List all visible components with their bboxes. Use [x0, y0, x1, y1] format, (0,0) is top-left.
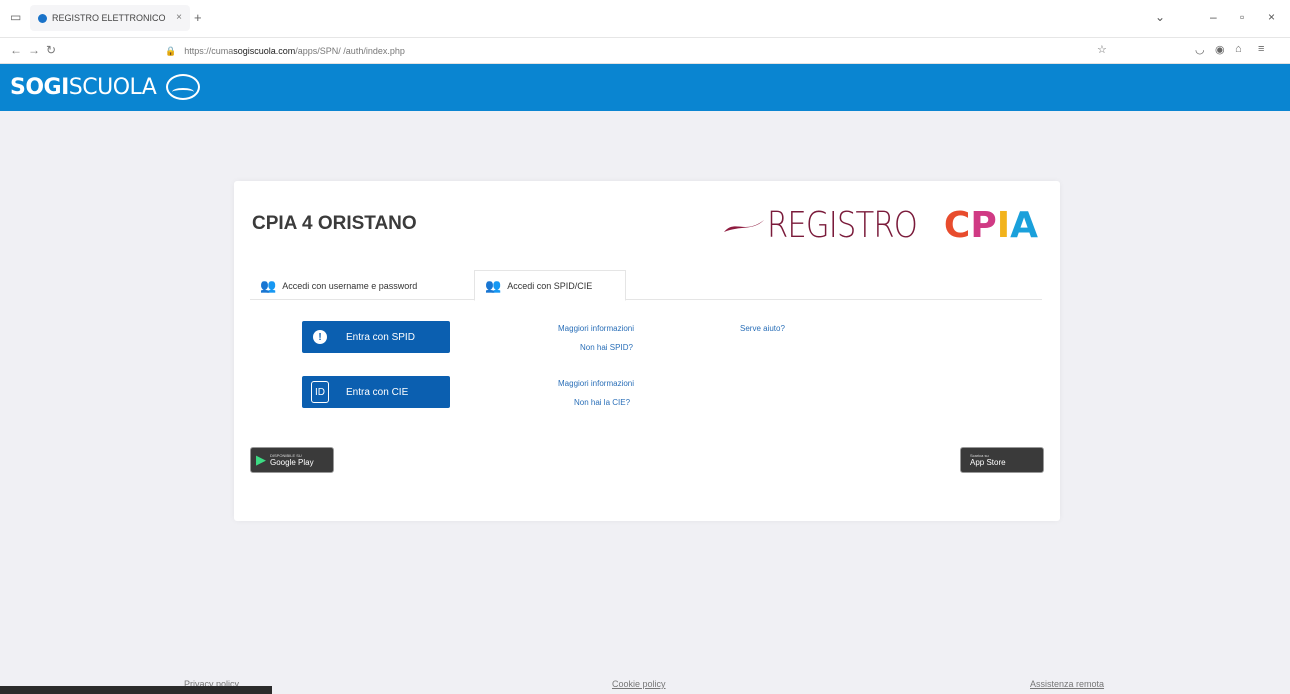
back-icon[interactable]: ← — [10, 43, 22, 57]
favicon-icon — [38, 13, 47, 23]
help-link[interactable]: Serve aiuto? — [740, 324, 785, 333]
tab-list-icon[interactable]: ▭ — [10, 10, 21, 24]
app-store-badge[interactable]: Scarica su App Store — [960, 447, 1044, 473]
bookmark-star-icon[interactable]: ☆ — [1097, 43, 1107, 56]
minimize-icon[interactable]: – — [1210, 10, 1217, 24]
new-tab-icon[interactable]: + — [194, 10, 202, 25]
logo-letter-a: A — [1010, 205, 1038, 246]
tab-username-password-label: Accedi con username e password — [282, 280, 418, 291]
users-lock-icon: 👥 — [260, 277, 277, 293]
users-id-icon: 👥 — [485, 277, 502, 293]
reload-icon[interactable]: ↻ — [46, 43, 56, 57]
browser-tab-title: REGISTRO ELETTRONICO — [52, 13, 166, 23]
logo-letter-i: I — [996, 205, 1011, 246]
no-spid-link[interactable]: Non hai SPID? — [580, 343, 633, 352]
cie-login-button[interactable]: ID Entra con CIE — [302, 376, 450, 408]
google-play-icon: ▶ — [256, 452, 266, 467]
lock-icon: 🔒 — [165, 45, 177, 56]
menu-icon[interactable]: ≡ — [1258, 43, 1264, 55]
close-tab-icon[interactable]: × — [176, 12, 182, 23]
close-window-icon[interactable]: × — [1268, 10, 1275, 24]
logo-letter-c: C — [943, 205, 971, 246]
url-path: /apps/SPN/ /auth/index.php — [295, 46, 405, 56]
forward-icon[interactable]: → — [28, 43, 40, 57]
pocket-icon[interactable]: ◡ — [1195, 43, 1205, 56]
cie-more-info-link[interactable]: Maggiori informazioni — [558, 379, 634, 388]
cie-card-icon: ID — [308, 380, 332, 404]
tab-spid-cie-label: Accedi con SPID/CIE — [507, 280, 593, 291]
brand-bold: SOGI — [10, 74, 69, 100]
login-tabs: 👥 Accedi con username e password 👥 Acced… — [250, 270, 1042, 301]
app-store-text: App Store — [970, 458, 1006, 467]
sogiscuola-logo[interactable]: SOGI SCUOLA — [10, 74, 201, 100]
spid-button-label: Entra con SPID — [346, 331, 415, 343]
spid-more-info-link[interactable]: Maggiori informazioni — [558, 324, 634, 333]
browser-tab-bar: ▭ REGISTRO ELETTRONICO × + ⌄ – ▫ × — [0, 0, 1290, 38]
site-header: SOGI SCUOLA — [0, 64, 1290, 111]
spid-login-button[interactable]: ! Entra con SPID — [302, 321, 450, 353]
google-play-badge[interactable]: ▶ DISPONIBILE SU Google Play — [250, 447, 334, 473]
google-play-text: Google Play — [270, 458, 314, 467]
maximize-icon[interactable]: ▫ — [1240, 10, 1244, 24]
spid-icon: ! — [308, 325, 332, 349]
browser-tab[interactable]: REGISTRO ELETTRONICO × — [30, 5, 190, 31]
logo-letter-p: P — [970, 205, 997, 246]
browser-toolbar: ← → ↻ 🔒 https://cuma sogiscuola.com /app… — [0, 38, 1290, 64]
address-bar[interactable]: 🔒 https://cuma sogiscuola.com /apps/SPN/… — [165, 43, 1085, 59]
logo-registro-text: REGISTRO — [767, 205, 918, 246]
cie-button-label: Entra con CIE — [346, 386, 409, 398]
login-card: CPIA 4 ORISTANO REGISTRO C P I A 👥 Accedi co… — [234, 181, 1060, 521]
remote-assistance-link[interactable]: Assistenza remota — [1030, 679, 1104, 689]
brand-light: SCUOLA — [68, 74, 157, 100]
no-cie-link[interactable]: Non hai la CIE? — [574, 398, 630, 407]
browser-status-bar — [0, 686, 272, 694]
school-name: CPIA 4 ORISTANO — [252, 213, 417, 234]
registro-cpia-logo: REGISTRO C P I A — [723, 205, 1038, 246]
account-icon[interactable]: ◉ — [1215, 43, 1225, 56]
tab-spid-cie[interactable]: 👥 Accedi con SPID/CIE — [474, 270, 626, 301]
url-prefix: https://cuma — [184, 46, 234, 56]
url-host: sogiscuola.com — [233, 46, 296, 56]
extensions-icon[interactable]: ⌂ — [1235, 43, 1242, 55]
registro-badge-icon — [166, 74, 201, 100]
tab-username-password[interactable]: 👥 Accedi con username e password — [250, 270, 474, 301]
tab-overflow-icon[interactable]: ⌄ — [1155, 10, 1165, 24]
swoosh-icon — [724, 219, 765, 232]
cookie-policy-link[interactable]: Cookie policy — [612, 679, 666, 689]
